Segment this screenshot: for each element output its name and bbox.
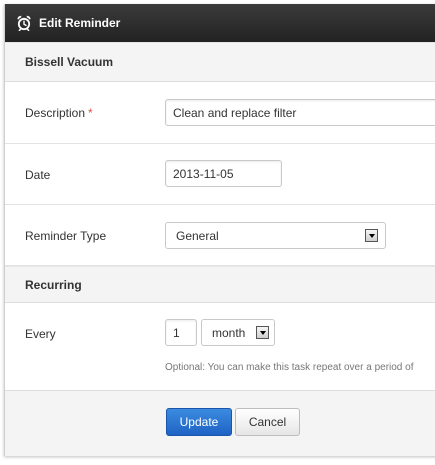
description-input[interactable]: Clean and replace filter [165,99,435,126]
interval-unit-select[interactable]: month [201,319,275,346]
recurring-hint: Optional: You can make this task repeat … [165,362,414,373]
date-label: Date [25,168,51,182]
chevron-down-icon[interactable] [365,229,378,242]
recurring-header: Recurring [5,266,435,303]
item-name-header: Bissell Vacuum [5,42,435,82]
dialog-footer: Update Cancel [5,390,435,456]
alarm-clock-icon [16,15,32,32]
update-button[interactable]: Update [166,408,232,436]
required-marker: * [88,106,93,120]
date-input[interactable]: 2013-11-05 [165,160,282,187]
chevron-down-icon[interactable] [256,326,269,339]
cancel-button[interactable]: Cancel [235,408,300,436]
edit-reminder-dialog: Edit Reminder Bissell Vacuum Description… [4,4,435,456]
description-row: Description * Clean and replace filter [5,82,435,144]
recurring-row: Every 1 month [5,303,435,390]
interval-input[interactable]: 1 [165,319,197,346]
description-label: Description * [25,106,93,120]
reminder-type-row: Reminder Type General [5,205,435,266]
dialog-title: Edit Reminder [39,16,121,30]
reminder-type-label: Reminder Type [25,229,107,243]
reminder-type-select[interactable]: General [165,222,386,249]
date-row: Date 2013-11-05 [5,144,435,205]
item-name: Bissell Vacuum [25,55,114,69]
dialog-titlebar: Edit Reminder [5,4,435,42]
every-label: Every [25,327,56,341]
recurring-title: Recurring [25,277,82,292]
